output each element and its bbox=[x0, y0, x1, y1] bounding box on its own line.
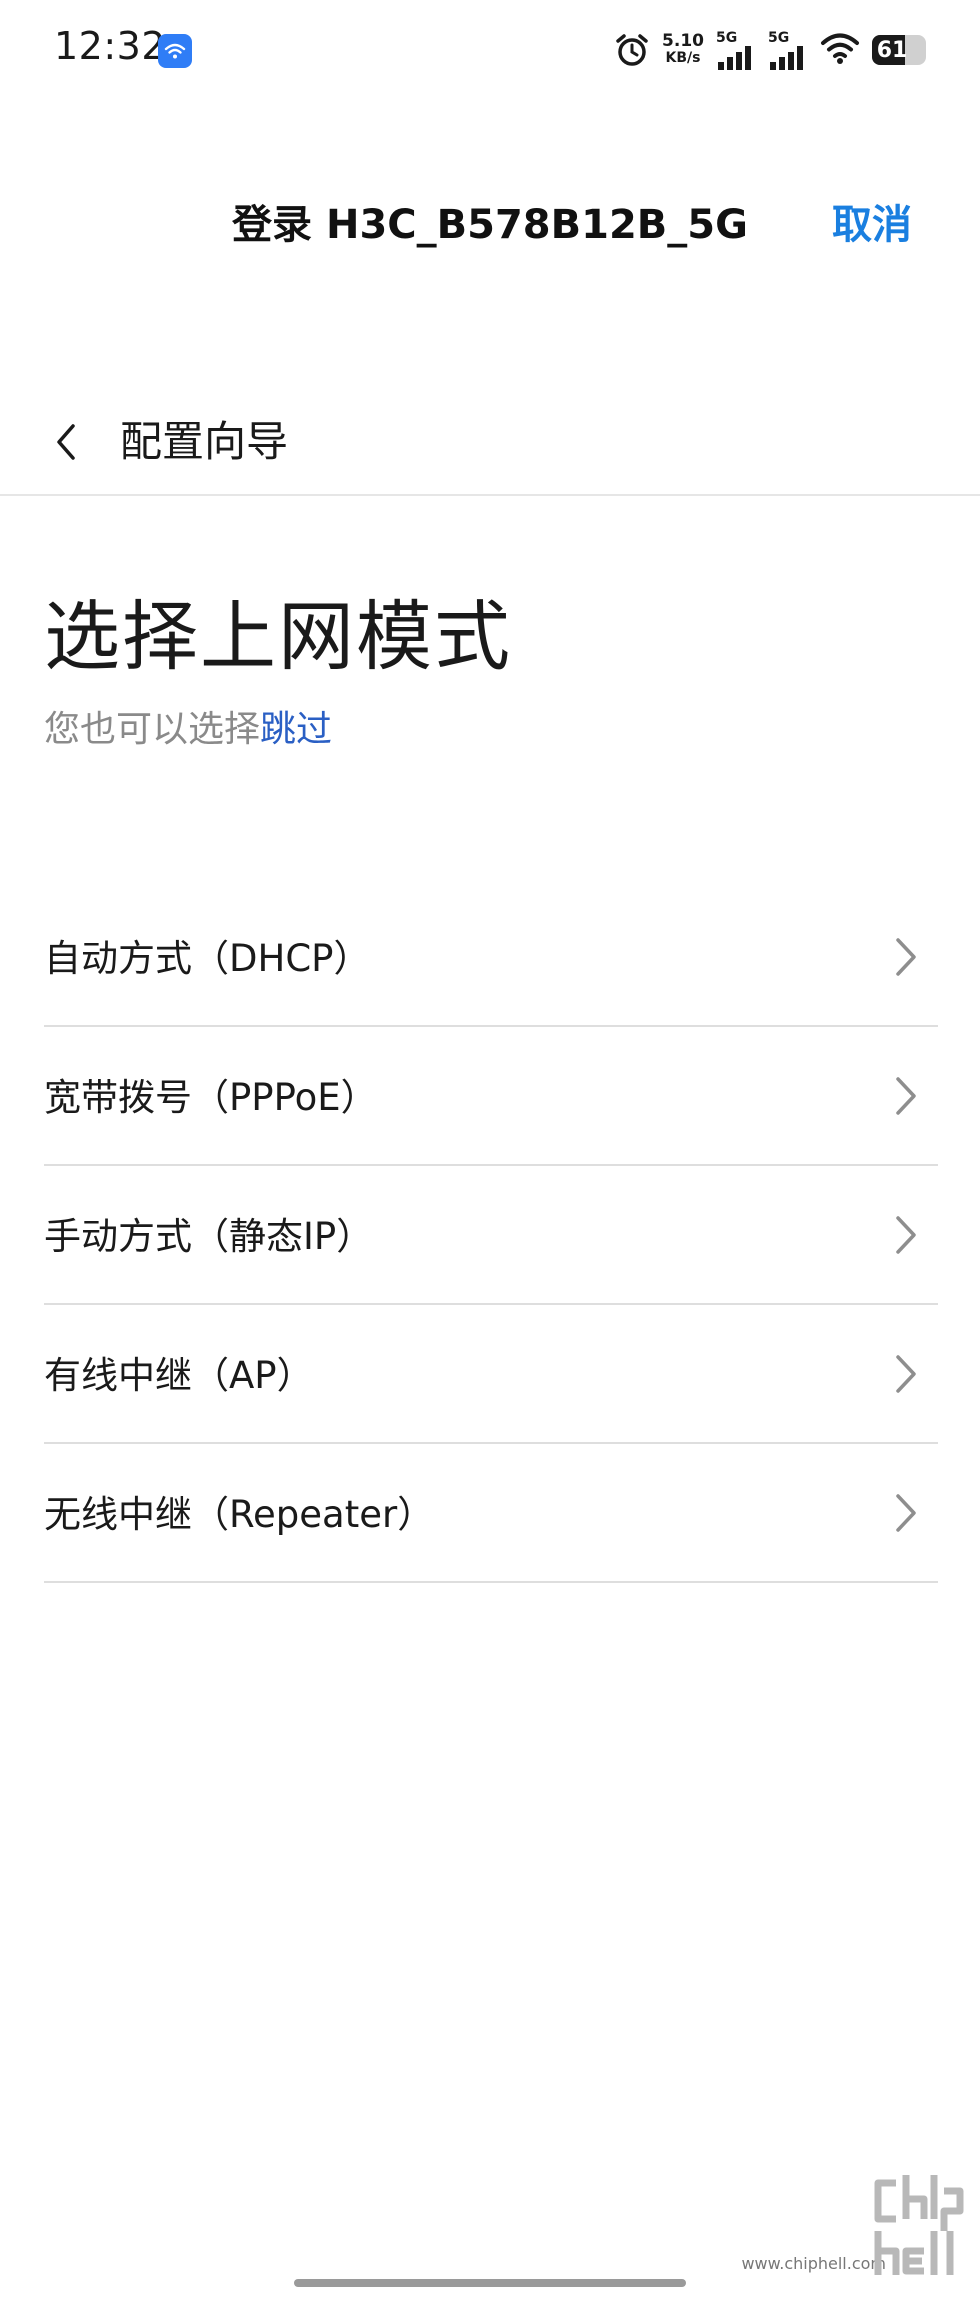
page-title: 选择上网模式 bbox=[44, 592, 512, 681]
option-label: 宽带拨号（PPPoE） bbox=[44, 1076, 378, 1119]
watermark-text: www.chiphell.com bbox=[741, 2254, 886, 2273]
alarm-clock-icon bbox=[614, 32, 650, 68]
sim1-label: 5G bbox=[716, 30, 738, 46]
wifi-icon bbox=[820, 31, 860, 69]
status-time: 12:32 bbox=[54, 24, 167, 68]
option-dhcp[interactable]: 自动方式（DHCP） bbox=[44, 888, 938, 1027]
chevron-right-icon bbox=[896, 1494, 916, 1532]
cancel-button[interactable]: 取消 bbox=[832, 192, 912, 250]
sim1-signal-icon: 5G bbox=[716, 30, 756, 70]
option-label: 自动方式（DHCP） bbox=[44, 937, 371, 980]
network-speed-unit: KB/s bbox=[665, 50, 701, 66]
chevron-right-icon bbox=[896, 1077, 916, 1115]
status-indicators: 5.10 KB/s 5G 5G 61 bbox=[602, 28, 926, 72]
nav-title: 配置向导 bbox=[120, 417, 289, 466]
option-wireless-repeater[interactable]: 无线中继（Repeater） bbox=[44, 1444, 938, 1583]
skip-link[interactable]: 跳过 bbox=[260, 709, 332, 750]
nav-bar: 配置向导 bbox=[0, 390, 980, 496]
wifi-app-icon bbox=[158, 34, 192, 68]
network-speed-value: 5.10 bbox=[662, 31, 704, 51]
option-wired-ap[interactable]: 有线中继（AP） bbox=[44, 1305, 938, 1444]
page-subtitle: 您也可以选择跳过 bbox=[44, 700, 332, 752]
login-header: 登录 H3C_B578B12B_5G 取消 bbox=[0, 170, 980, 260]
battery-level: 61 bbox=[876, 37, 908, 63]
chevron-right-icon bbox=[896, 938, 916, 976]
home-indicator[interactable] bbox=[294, 2279, 686, 2287]
subtitle-text: 您也可以选择 bbox=[44, 709, 261, 750]
option-pppoe[interactable]: 宽带拨号（PPPoE） bbox=[44, 1027, 938, 1166]
sim2-signal-icon: 5G bbox=[768, 30, 808, 70]
back-button[interactable] bbox=[46, 412, 86, 472]
internet-mode-list: 自动方式（DHCP） 宽带拨号（PPPoE） 手动方式（静态IP） 有线中继（A… bbox=[44, 888, 938, 1583]
chevron-right-icon bbox=[896, 1216, 916, 1254]
battery-icon: 61 bbox=[872, 35, 926, 65]
chiphell-logo bbox=[874, 2175, 964, 2275]
option-label: 手动方式（静态IP） bbox=[44, 1215, 374, 1258]
sim2-label: 5G bbox=[768, 30, 790, 46]
option-label: 有线中继（AP） bbox=[44, 1354, 314, 1397]
option-label: 无线中继（Repeater） bbox=[44, 1493, 435, 1536]
status-bar: 12:32 5.10 KB/s 5G 5G 61 bbox=[0, 0, 980, 100]
network-speed: 5.10 KB/s bbox=[662, 33, 704, 67]
chevron-left-icon bbox=[57, 424, 75, 460]
option-static-ip[interactable]: 手动方式（静态IP） bbox=[44, 1166, 938, 1305]
chevron-right-icon bbox=[896, 1355, 916, 1393]
